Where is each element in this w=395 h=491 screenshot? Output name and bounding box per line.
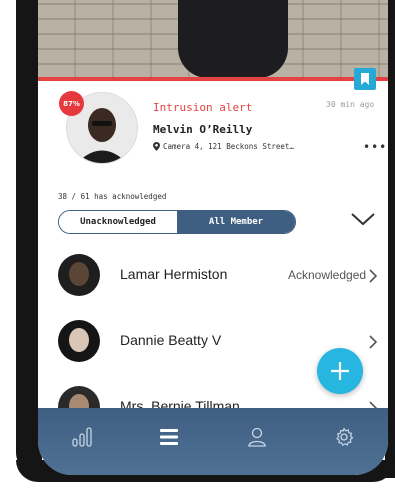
nav-list[interactable] <box>149 422 189 452</box>
member-name: Lamar Hermiston <box>120 266 228 282</box>
bookmark-icon <box>361 73 369 85</box>
stats-icon <box>72 427 92 447</box>
tab-all-member[interactable]: All Member <box>177 211 295 233</box>
intrusion-photo[interactable] <box>38 0 388 78</box>
member-filter-tabs: Unacknowledged All Member <box>58 210 296 234</box>
expand-button[interactable] <box>350 211 376 231</box>
avatar <box>58 254 100 296</box>
nav-profile[interactable] <box>237 422 277 452</box>
avatar <box>58 320 100 362</box>
add-button[interactable] <box>317 348 363 394</box>
chevron-down-icon <box>351 213 375 226</box>
app-screen: 87% Intrusion alert 30 min ago Melvin O’… <box>38 0 388 475</box>
acknowledged-count: 38 / 61 has acknowledged <box>58 192 167 201</box>
plus-icon <box>331 362 349 380</box>
alert-location: Camera 4, 121 Beckons Street… <box>153 142 294 151</box>
alert-location-text: Camera 4, 121 Beckons Street… <box>163 142 294 151</box>
alert-title: Intrusion alert <box>153 101 253 114</box>
nav-settings[interactable] <box>324 422 364 452</box>
bottom-navigation <box>38 408 388 475</box>
alert-time: 30 min ago <box>326 100 375 109</box>
member-name: Dannie Beatty V <box>120 332 222 348</box>
gear-icon <box>336 427 354 446</box>
member-status: Acknowledged <box>288 268 367 282</box>
nav-stats[interactable] <box>62 422 102 452</box>
alert-divider <box>38 77 388 81</box>
more-options-button[interactable]: ••• <box>363 140 387 154</box>
confidence-badge: 87% <box>59 91 84 116</box>
bookmark-button[interactable] <box>354 68 376 90</box>
suspect-name: Melvin O’Reilly <box>153 123 253 136</box>
list-icon <box>160 429 179 445</box>
location-pin-icon <box>153 142 160 151</box>
chevron-right-icon <box>368 268 378 287</box>
suspect-avatar[interactable]: 87% <box>59 91 138 164</box>
user-icon <box>248 427 266 447</box>
intruder-figure <box>178 0 288 78</box>
chevron-right-icon <box>368 334 378 353</box>
list-item[interactable]: Lamar Hermiston Acknowledged <box>38 254 388 302</box>
tab-unacknowledged[interactable]: Unacknowledged <box>59 211 177 233</box>
